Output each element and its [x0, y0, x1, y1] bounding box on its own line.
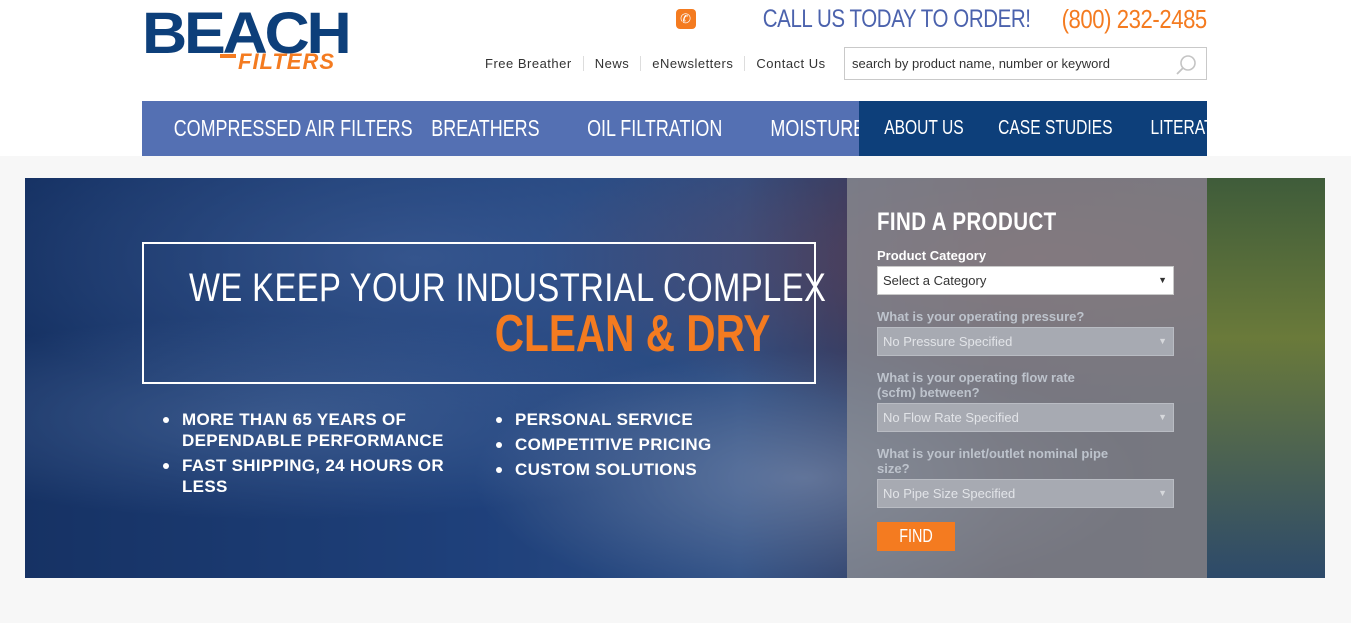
list-item: COMPETITIVE PRICING: [496, 434, 796, 455]
search-icon[interactable]: [1174, 53, 1198, 77]
hero-banner: WE KEEP YOUR INDUSTRIAL COMPLEX CLEAN & …: [25, 178, 1325, 578]
logo-accent-bar: [220, 54, 236, 58]
logo-subtext: FILTERS: [238, 49, 336, 74]
nav-breathers[interactable]: BREATHERS: [432, 115, 540, 142]
list-item: FAST SHIPPING, 24 HOURS OR LESS: [163, 455, 463, 497]
list-item: CUSTOM SOLUTIONS: [496, 459, 796, 480]
category-label: Product Category: [877, 248, 987, 263]
call-label: CALL US TODAY TO ORDER!: [762, 4, 1031, 33]
chevron-down-icon: ▼: [1158, 412, 1167, 422]
secondary-nav: ABOUT US CASE STUDIES LITERATURE: [859, 101, 1246, 156]
flow-rate-value: No Flow Rate Specified: [883, 410, 1019, 425]
primary-nav: COMPRESSED AIR FILTERS BREATHERS OIL FIL…: [142, 101, 957, 156]
nav-compressed-air-filters[interactable]: COMPRESSED AIR FILTERS: [174, 115, 413, 142]
flow-rate-label: What is your operating flow rate (scfm) …: [877, 370, 1075, 400]
utility-links: Free Breather News eNewsletters Contact …: [474, 53, 837, 73]
pipe-size-value: No Pipe Size Specified: [883, 486, 1016, 501]
category-value: Select a Category: [883, 273, 987, 288]
category-select[interactable]: Select a Category ▼: [877, 266, 1174, 295]
link-news[interactable]: News: [582, 55, 641, 71]
search-box: [844, 47, 1207, 80]
search-input[interactable]: [845, 48, 1165, 79]
pipe-size-label: What is your inlet/outlet nominal pipe s…: [877, 446, 1109, 476]
nav-case-studies[interactable]: CASE STUDIES: [998, 117, 1112, 140]
list-item: PERSONAL SERVICE: [496, 409, 796, 430]
nav-oil-filtration[interactable]: OIL FILTRATION: [587, 115, 722, 142]
pressure-label: What is your operating pressure?: [877, 309, 1085, 324]
finder-title: FIND A PRODUCT: [877, 208, 1057, 236]
beach-filters-logo[interactable]: BEACH FILTERS: [142, 4, 374, 76]
pipe-size-select[interactable]: No Pipe Size Specified ▼: [877, 479, 1174, 508]
find-button[interactable]: FIND: [877, 522, 955, 551]
chevron-down-icon: ▼: [1158, 336, 1167, 346]
link-enewsletters[interactable]: eNewsletters: [640, 55, 744, 71]
nav-about-us[interactable]: ABOUT US: [884, 117, 963, 140]
find-button-label: FIND: [899, 526, 933, 546]
nav-literature[interactable]: LITERATURE: [1150, 117, 1246, 140]
phone-icon: ✆: [675, 9, 696, 29]
benefits-list-right: PERSONAL SERVICE COMPETITIVE PRICING CUS…: [496, 409, 796, 484]
chevron-down-icon: ▼: [1158, 488, 1167, 498]
chevron-down-icon: ▼: [1158, 275, 1167, 285]
call-to-order: ✆ CALL US TODAY TO ORDER! (800) 232-2485: [675, 4, 1208, 35]
hero-background-edge: [1207, 178, 1325, 578]
pressure-value: No Pressure Specified: [883, 334, 1013, 349]
flow-rate-select[interactable]: No Flow Rate Specified ▼: [877, 403, 1174, 432]
link-free-breather[interactable]: Free Breather: [474, 56, 583, 71]
list-item: MORE THAN 65 YEARS OF DEPENDABLE PERFORM…: [163, 409, 463, 451]
headline-box: WE KEEP YOUR INDUSTRIAL COMPLEX CLEAN & …: [142, 242, 826, 384]
pressure-select[interactable]: No Pressure Specified ▼: [877, 327, 1174, 356]
site-header: BEACH FILTERS ✆ CALL US TODAY TO ORDER! …: [0, 0, 1351, 156]
benefits-list-left: MORE THAN 65 YEARS OF DEPENDABLE PERFORM…: [163, 409, 463, 501]
phone-number[interactable]: (800) 232-2485: [1062, 4, 1208, 35]
product-finder: FIND A PRODUCT Product Category Select a…: [847, 178, 1207, 578]
headline-accent: CLEAN & DRY: [494, 305, 770, 363]
link-contact-us[interactable]: Contact Us: [744, 55, 836, 71]
